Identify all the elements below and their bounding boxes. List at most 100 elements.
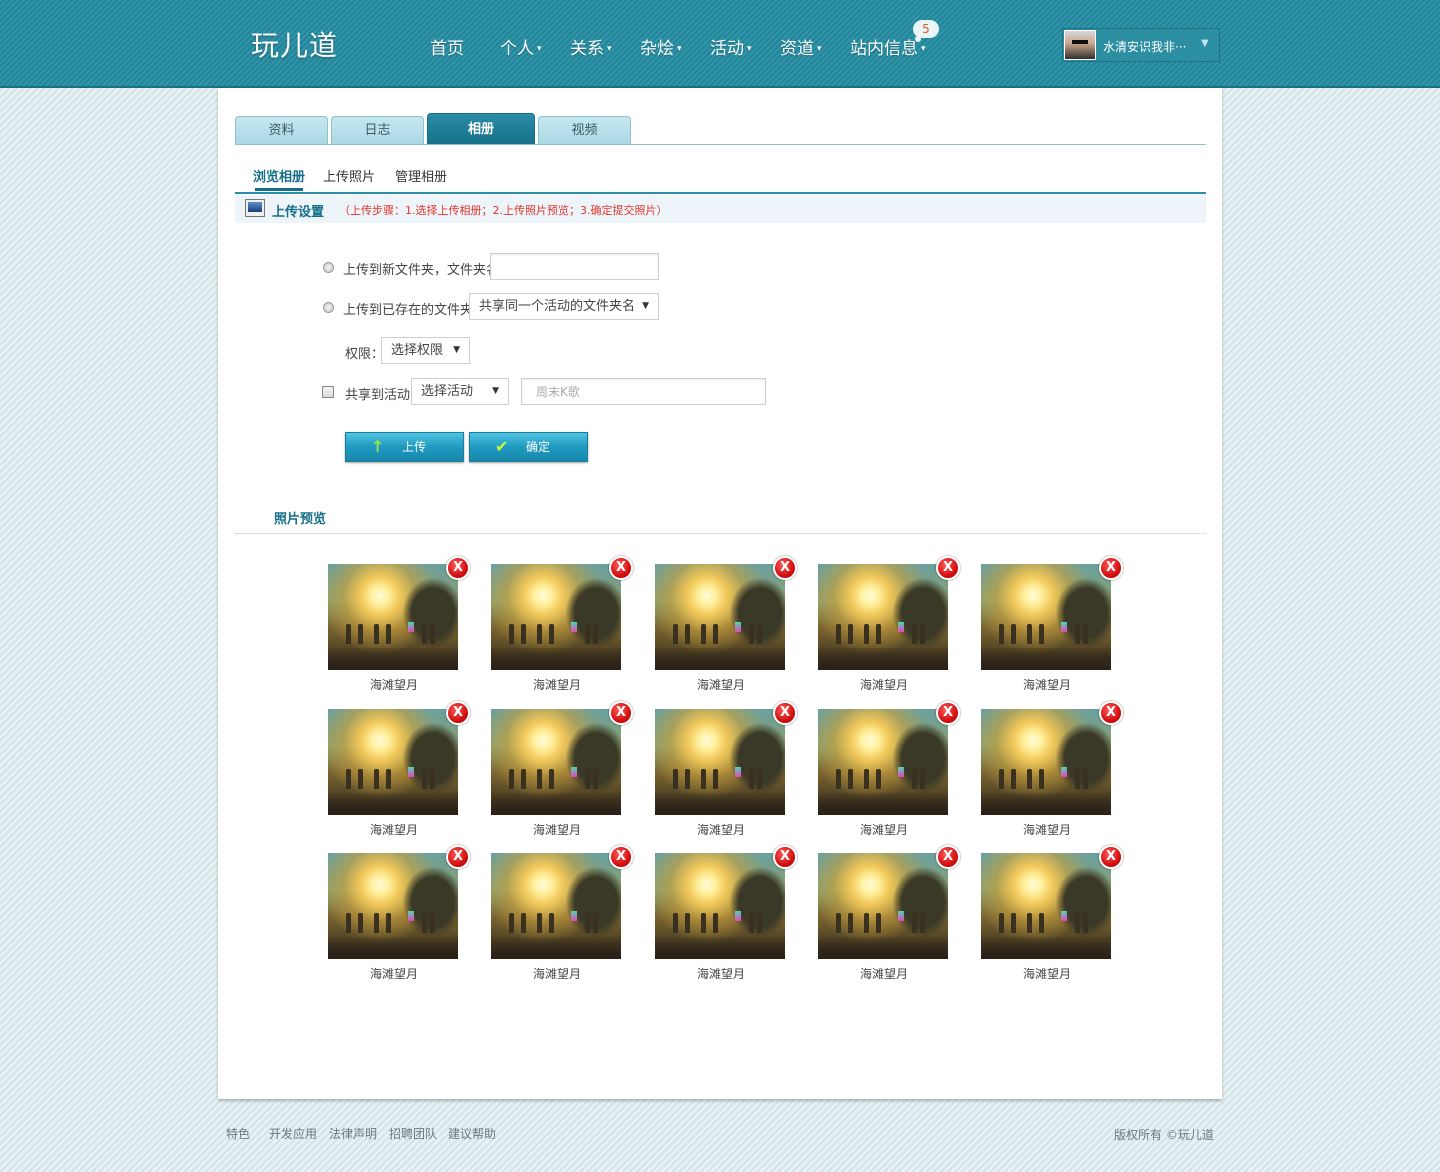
delete-photo-icon[interactable]: X	[936, 556, 960, 580]
photo-preview-item[interactable]: X 海滩望月	[328, 701, 478, 837]
nav-activities[interactable]: 活动 ▾	[710, 34, 752, 59]
caret-down-icon[interactable]: ▼	[1201, 38, 1209, 49]
photo-lens-flare	[1061, 767, 1067, 777]
delete-photo-icon[interactable]: X	[936, 845, 960, 869]
existing-folder-radio[interactable]	[323, 302, 334, 313]
photo-preview-item[interactable]: X 海滩望月	[818, 701, 968, 837]
delete-photo-icon[interactable]: X	[773, 701, 797, 725]
new-folder-radio[interactable]	[323, 262, 334, 273]
photo-thumbnail[interactable]	[328, 709, 458, 815]
photo-preview-item[interactable]: X 海滩望月	[818, 556, 968, 692]
photo-figure	[749, 769, 754, 789]
user-menu[interactable]: 水清安识我非··· ▼	[1062, 28, 1220, 62]
photo-thumbnail[interactable]	[491, 853, 621, 959]
photo-preview-item[interactable]: X 海滩望月	[655, 845, 805, 981]
photo-preview-item[interactable]: X 海滩望月	[491, 556, 641, 692]
photo-figure	[1011, 913, 1016, 933]
photo-preview-item[interactable]: X 海滩望月	[981, 701, 1131, 837]
photo-preview-item[interactable]: X 海滩望月	[655, 556, 805, 692]
photo-thumbnail[interactable]	[818, 709, 948, 815]
photo-preview-item[interactable]: X 海滩望月	[328, 556, 478, 692]
delete-photo-icon[interactable]: X	[446, 556, 470, 580]
photo-figure	[537, 769, 542, 789]
photo-thumbnail[interactable]	[328, 564, 458, 670]
share-to-activity-checkbox[interactable]	[322, 386, 334, 398]
photo-figure	[864, 769, 869, 789]
footer-link-features[interactable]: 特色	[226, 1125, 250, 1142]
photo-preview-item[interactable]: X 海滩望月	[328, 845, 478, 981]
delete-photo-icon[interactable]: X	[773, 556, 797, 580]
photo-preview-item[interactable]: X 海滩望月	[981, 556, 1131, 692]
tab-profile[interactable]: 资料	[235, 116, 328, 145]
permission-select[interactable]: 选择权限 ▼	[381, 337, 470, 364]
existing-folder-select[interactable]: 共享同一个活动的文件夹名 ▼	[469, 293, 659, 320]
footer-link-feedback[interactable]: 建议帮助	[448, 1125, 496, 1142]
photo-thumbnail[interactable]	[981, 564, 1111, 670]
tab-blog[interactable]: 日志	[331, 116, 424, 145]
photo-thumbnail[interactable]	[818, 853, 948, 959]
photo-figure	[685, 769, 690, 789]
photo-preview-item[interactable]: X 海滩望月	[981, 845, 1131, 981]
photo-figure	[430, 913, 435, 933]
activity-name-input[interactable]	[521, 378, 766, 405]
photo-thumbnail[interactable]	[491, 564, 621, 670]
subtab-upload-photos[interactable]: 上传照片	[323, 166, 375, 185]
delete-photo-icon[interactable]: X	[936, 701, 960, 725]
site-logo[interactable]: 玩儿道	[251, 24, 338, 64]
new-folder-name-input[interactable]	[490, 253, 659, 280]
photo-thumbnail[interactable]	[655, 709, 785, 815]
message-count-badge[interactable]: 5	[913, 20, 939, 42]
photo-preview-item[interactable]: X 海滩望月	[491, 845, 641, 981]
delete-photo-icon[interactable]: X	[446, 845, 470, 869]
photo-figure	[757, 913, 762, 933]
avatar[interactable]	[1064, 30, 1096, 60]
confirm-button-label: 确定	[526, 440, 551, 454]
photo-thumbnail[interactable]	[655, 853, 785, 959]
subtab-browse-album[interactable]: 浏览相册	[253, 166, 305, 185]
photo-lens-flare	[408, 622, 414, 632]
delete-photo-icon[interactable]: X	[609, 701, 633, 725]
photo-thumbnail[interactable]	[491, 709, 621, 815]
nav-relations[interactable]: 关系 ▾	[570, 34, 612, 59]
photo-figure	[549, 769, 554, 789]
photo-figure	[1039, 769, 1044, 789]
nav-home[interactable]: 首页	[430, 34, 464, 59]
photo-figure	[1027, 624, 1032, 644]
delete-photo-icon[interactable]: X	[773, 845, 797, 869]
footer-link-careers[interactable]: 招聘团队	[389, 1125, 437, 1142]
photo-thumbnail[interactable]	[655, 564, 785, 670]
activity-select[interactable]: 选择活动 ▼	[411, 378, 509, 405]
confirm-button[interactable]: ✔ 确定	[469, 432, 588, 462]
delete-photo-icon[interactable]: X	[1099, 845, 1123, 869]
subtab-manage-album[interactable]: 管理相册	[395, 166, 447, 185]
nav-label: 首页	[430, 39, 464, 59]
photo-figure	[1075, 769, 1080, 789]
photo-thumbnail[interactable]	[818, 564, 948, 670]
delete-photo-icon[interactable]: X	[609, 845, 633, 869]
chevron-down-icon: ▾	[607, 44, 612, 54]
upload-button[interactable]: ↑ 上传	[345, 432, 464, 462]
subtabs-divider	[235, 192, 1206, 194]
delete-photo-icon[interactable]: X	[1099, 701, 1123, 725]
photo-thumbnail[interactable]	[981, 853, 1111, 959]
footer-link-legal[interactable]: 法律声明	[329, 1125, 377, 1142]
delete-photo-icon[interactable]: X	[446, 701, 470, 725]
nav-misc[interactable]: 杂烩 ▾	[640, 34, 682, 59]
photo-figure	[757, 769, 762, 789]
delete-photo-icon[interactable]: X	[609, 556, 633, 580]
footer-link-developer-apps[interactable]: 开发应用	[269, 1125, 317, 1142]
nav-personal[interactable]: 个人 ▾	[500, 34, 542, 59]
chevron-down-icon: ▾	[677, 44, 682, 54]
tab-album[interactable]: 相册	[427, 113, 535, 145]
photo-thumbnail[interactable]	[328, 853, 458, 959]
nav-channels[interactable]: 资道 ▾	[780, 34, 822, 59]
tab-video[interactable]: 视频	[538, 116, 631, 145]
photo-figure	[912, 769, 917, 789]
photo-caption: 海滩望月	[532, 823, 581, 837]
delete-photo-icon[interactable]: X	[1099, 556, 1123, 580]
photo-preview-item[interactable]: X 海滩望月	[655, 701, 805, 837]
photo-thumbnail[interactable]	[981, 709, 1111, 815]
photo-figure	[713, 913, 718, 933]
photo-preview-item[interactable]: X 海滩望月	[491, 701, 641, 837]
photo-preview-item[interactable]: X 海滩望月	[818, 845, 968, 981]
